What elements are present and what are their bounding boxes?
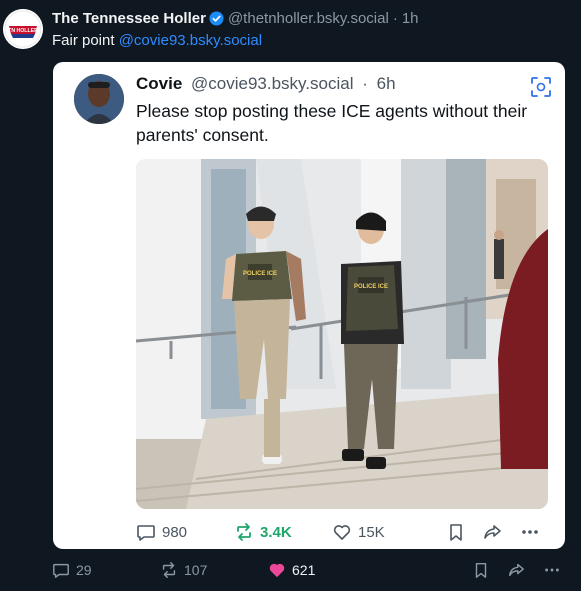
reply-icon	[53, 563, 69, 578]
quoted-bookmark-button[interactable]	[446, 520, 472, 544]
quoted-repost-count: 3.4K	[260, 523, 292, 541]
repost-icon	[162, 562, 176, 578]
quoted-like-button[interactable]: 15K	[332, 520, 385, 544]
quoted-post-header: Covie @covie93.bsky.social · 6h	[136, 74, 396, 94]
repost-button[interactable]: 107	[160, 558, 207, 582]
post-text-body: Fair point	[52, 32, 115, 49]
quoted-more-button[interactable]	[520, 520, 546, 544]
quoted-author-avatar[interactable]	[74, 74, 124, 124]
quoted-post-text: Please stop posting these ICE agents wit…	[136, 101, 528, 145]
quoted-repost-button[interactable]: 3.4K	[234, 520, 292, 544]
repost-count: 107	[184, 562, 208, 578]
repost-icon	[237, 523, 251, 541]
post-actions: 29 107 621	[52, 558, 572, 582]
scan-icon[interactable]	[530, 76, 552, 98]
post-mention-link[interactable]: @covie93.bsky.social	[119, 32, 262, 49]
like-icon	[333, 525, 351, 540]
reply-count: 29	[76, 562, 92, 578]
more-icon	[545, 568, 559, 572]
bookmark-button[interactable]	[472, 558, 496, 582]
avatar-logo-text: TN HOLLER	[8, 28, 38, 34]
like-button[interactable]: 621	[268, 558, 315, 582]
quoted-post[interactable]: Covie @covie93.bsky.social · 6h Please s…	[53, 62, 565, 549]
separator-dot: ·	[362, 74, 368, 93]
feed-post[interactable]: TN HOLLER The Tennessee Holler @thetnhol…	[0, 0, 581, 591]
bookmark-icon	[450, 524, 462, 541]
post-text: Fair point @covie93.bsky.social	[52, 32, 262, 49]
quoted-post-actions: 980 3.4K 15K	[136, 520, 548, 544]
bookmark-icon	[475, 562, 487, 578]
post-timestamp[interactable]: 1h	[402, 10, 419, 27]
quoted-author-handle[interactable]: @covie93.bsky.social	[191, 74, 353, 93]
quoted-post-image[interactable]: POLICE ICE POLICE ICE	[136, 159, 548, 509]
quoted-share-button[interactable]	[482, 520, 508, 544]
agent-badge-1: POLICE ICE	[243, 271, 277, 277]
share-button[interactable]	[507, 558, 531, 582]
agent-badge-2: POLICE ICE	[354, 284, 388, 290]
reply-button[interactable]: 29	[52, 558, 92, 582]
more-button[interactable]	[543, 558, 567, 582]
like-icon	[269, 563, 285, 577]
reply-icon	[137, 525, 155, 541]
quoted-post-timestamp[interactable]: 6h	[377, 74, 396, 93]
share-icon	[484, 525, 501, 539]
author-handle[interactable]: @thetnholler.bsky.social	[228, 10, 389, 27]
verified-badge-icon	[209, 11, 224, 26]
post-header: The Tennessee Holler @thetnholler.bsky.s…	[52, 10, 419, 27]
share-icon	[508, 563, 524, 577]
quoted-reply-button[interactable]: 980	[136, 520, 187, 544]
like-count: 621	[292, 562, 316, 578]
more-icon	[522, 530, 538, 534]
separator-dot: ·	[392, 10, 398, 27]
quoted-reply-count: 980	[162, 523, 188, 541]
author-name[interactable]: The Tennessee Holler	[52, 10, 206, 27]
quoted-author-name[interactable]: Covie	[136, 74, 182, 93]
quoted-like-count: 15K	[358, 523, 385, 541]
author-avatar[interactable]: TN HOLLER	[3, 9, 43, 49]
